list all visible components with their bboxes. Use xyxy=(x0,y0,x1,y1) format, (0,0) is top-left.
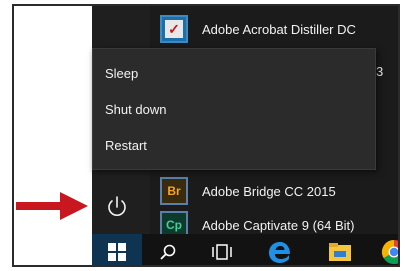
windows-start-icon xyxy=(108,242,126,261)
menu-item-restart[interactable]: Restart xyxy=(93,127,375,163)
chrome-button[interactable] xyxy=(374,234,398,265)
power-options-menu: Sleep Shut down Restart xyxy=(92,48,376,170)
app-item-bridge[interactable]: Br Adobe Bridge CC 2015 xyxy=(160,174,398,208)
edge-button[interactable] xyxy=(258,234,302,265)
menu-item-shut-down[interactable]: Shut down xyxy=(93,91,375,127)
screenshot-frame: ✓ Adobe Acrobat Distiller DC Br Adobe Br… xyxy=(12,4,400,267)
app-label: Adobe Acrobat Distiller DC xyxy=(202,21,356,37)
power-button[interactable] xyxy=(102,192,132,222)
start-button[interactable] xyxy=(92,234,142,265)
search-icon xyxy=(160,244,176,260)
power-icon xyxy=(108,196,126,216)
menu-item-sleep[interactable]: Sleep xyxy=(93,55,375,91)
search-button[interactable] xyxy=(146,234,190,265)
chrome-icon xyxy=(381,239,398,264)
app-label: Adobe Captivate 9 (64 Bit) xyxy=(202,217,355,233)
task-view-icon xyxy=(212,243,232,260)
app-label: Adobe Bridge CC 2015 xyxy=(202,183,336,199)
hidden-app-label-fragment: 3 xyxy=(376,64,384,79)
app-item-acrobat-distiller[interactable]: ✓ Adobe Acrobat Distiller DC xyxy=(160,12,398,46)
task-view-button[interactable] xyxy=(200,234,244,265)
taskbar xyxy=(92,234,398,265)
edge-icon xyxy=(269,241,290,263)
file-explorer-button[interactable] xyxy=(318,234,362,265)
bridge-icon: Br xyxy=(160,177,188,205)
acrobat-icon: ✓ xyxy=(160,15,188,43)
red-arrow-pointer xyxy=(16,192,88,220)
file-explorer-icon xyxy=(329,242,351,261)
